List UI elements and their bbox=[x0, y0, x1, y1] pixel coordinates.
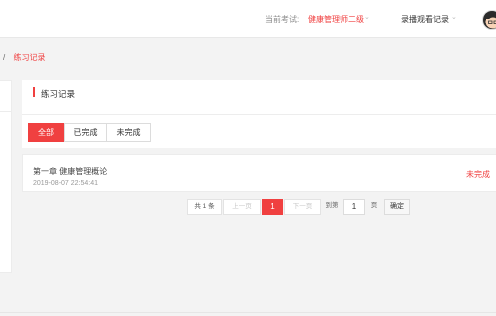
chevron-down-icon[interactable]: ⌄ bbox=[364, 13, 370, 21]
record-status: 未完成 bbox=[466, 170, 490, 179]
footer-divider bbox=[0, 312, 496, 313]
tab-incomplete[interactable]: 未完成 bbox=[106, 123, 151, 142]
section-title: 练习记录 bbox=[41, 89, 76, 99]
section-header bbox=[22, 80, 496, 114]
breadcrumb-current: 练习记录 bbox=[13, 53, 46, 62]
top-bar: 当前考试: 健康管理师二级 ⌄ 录播观看记录 ⌄ bbox=[0, 0, 496, 38]
tab-completed[interactable]: 已完成 bbox=[64, 123, 107, 142]
breadcrumb-separator: / bbox=[3, 53, 6, 62]
chevron-down-icon[interactable]: ⌄ bbox=[451, 13, 457, 21]
pagination-total: 共 1 条 bbox=[187, 199, 222, 215]
record-date: 2019-08-07 22:54:41 bbox=[33, 180, 98, 187]
breadcrumb: / 练习记录 bbox=[3, 52, 45, 63]
page-unit-label: 页 bbox=[370, 202, 378, 209]
section-marker bbox=[33, 87, 35, 97]
next-page-button[interactable]: 下一页 bbox=[284, 199, 321, 215]
prev-page-button[interactable]: 上一页 bbox=[223, 199, 261, 215]
left-sidebar bbox=[0, 80, 12, 273]
goto-label: 到第 bbox=[325, 202, 339, 209]
page-number-button[interactable]: 1 bbox=[262, 199, 283, 215]
avatar[interactable] bbox=[482, 10, 496, 30]
record-title[interactable]: 第一章 健康管理概论 bbox=[33, 166, 107, 177]
tab-all[interactable]: 全部 bbox=[28, 123, 64, 142]
current-exam-dropdown[interactable]: 健康管理师二级 bbox=[308, 14, 364, 25]
confirm-button[interactable]: 确定 bbox=[384, 199, 410, 215]
current-exam-label: 当前考试: bbox=[265, 15, 300, 24]
sidebar-divider bbox=[0, 111, 11, 112]
goto-page-input[interactable]: 1 bbox=[343, 199, 365, 215]
record-watch-dropdown[interactable]: 录播观看记录 bbox=[401, 14, 449, 25]
avatar-face-icon bbox=[485, 13, 496, 29]
